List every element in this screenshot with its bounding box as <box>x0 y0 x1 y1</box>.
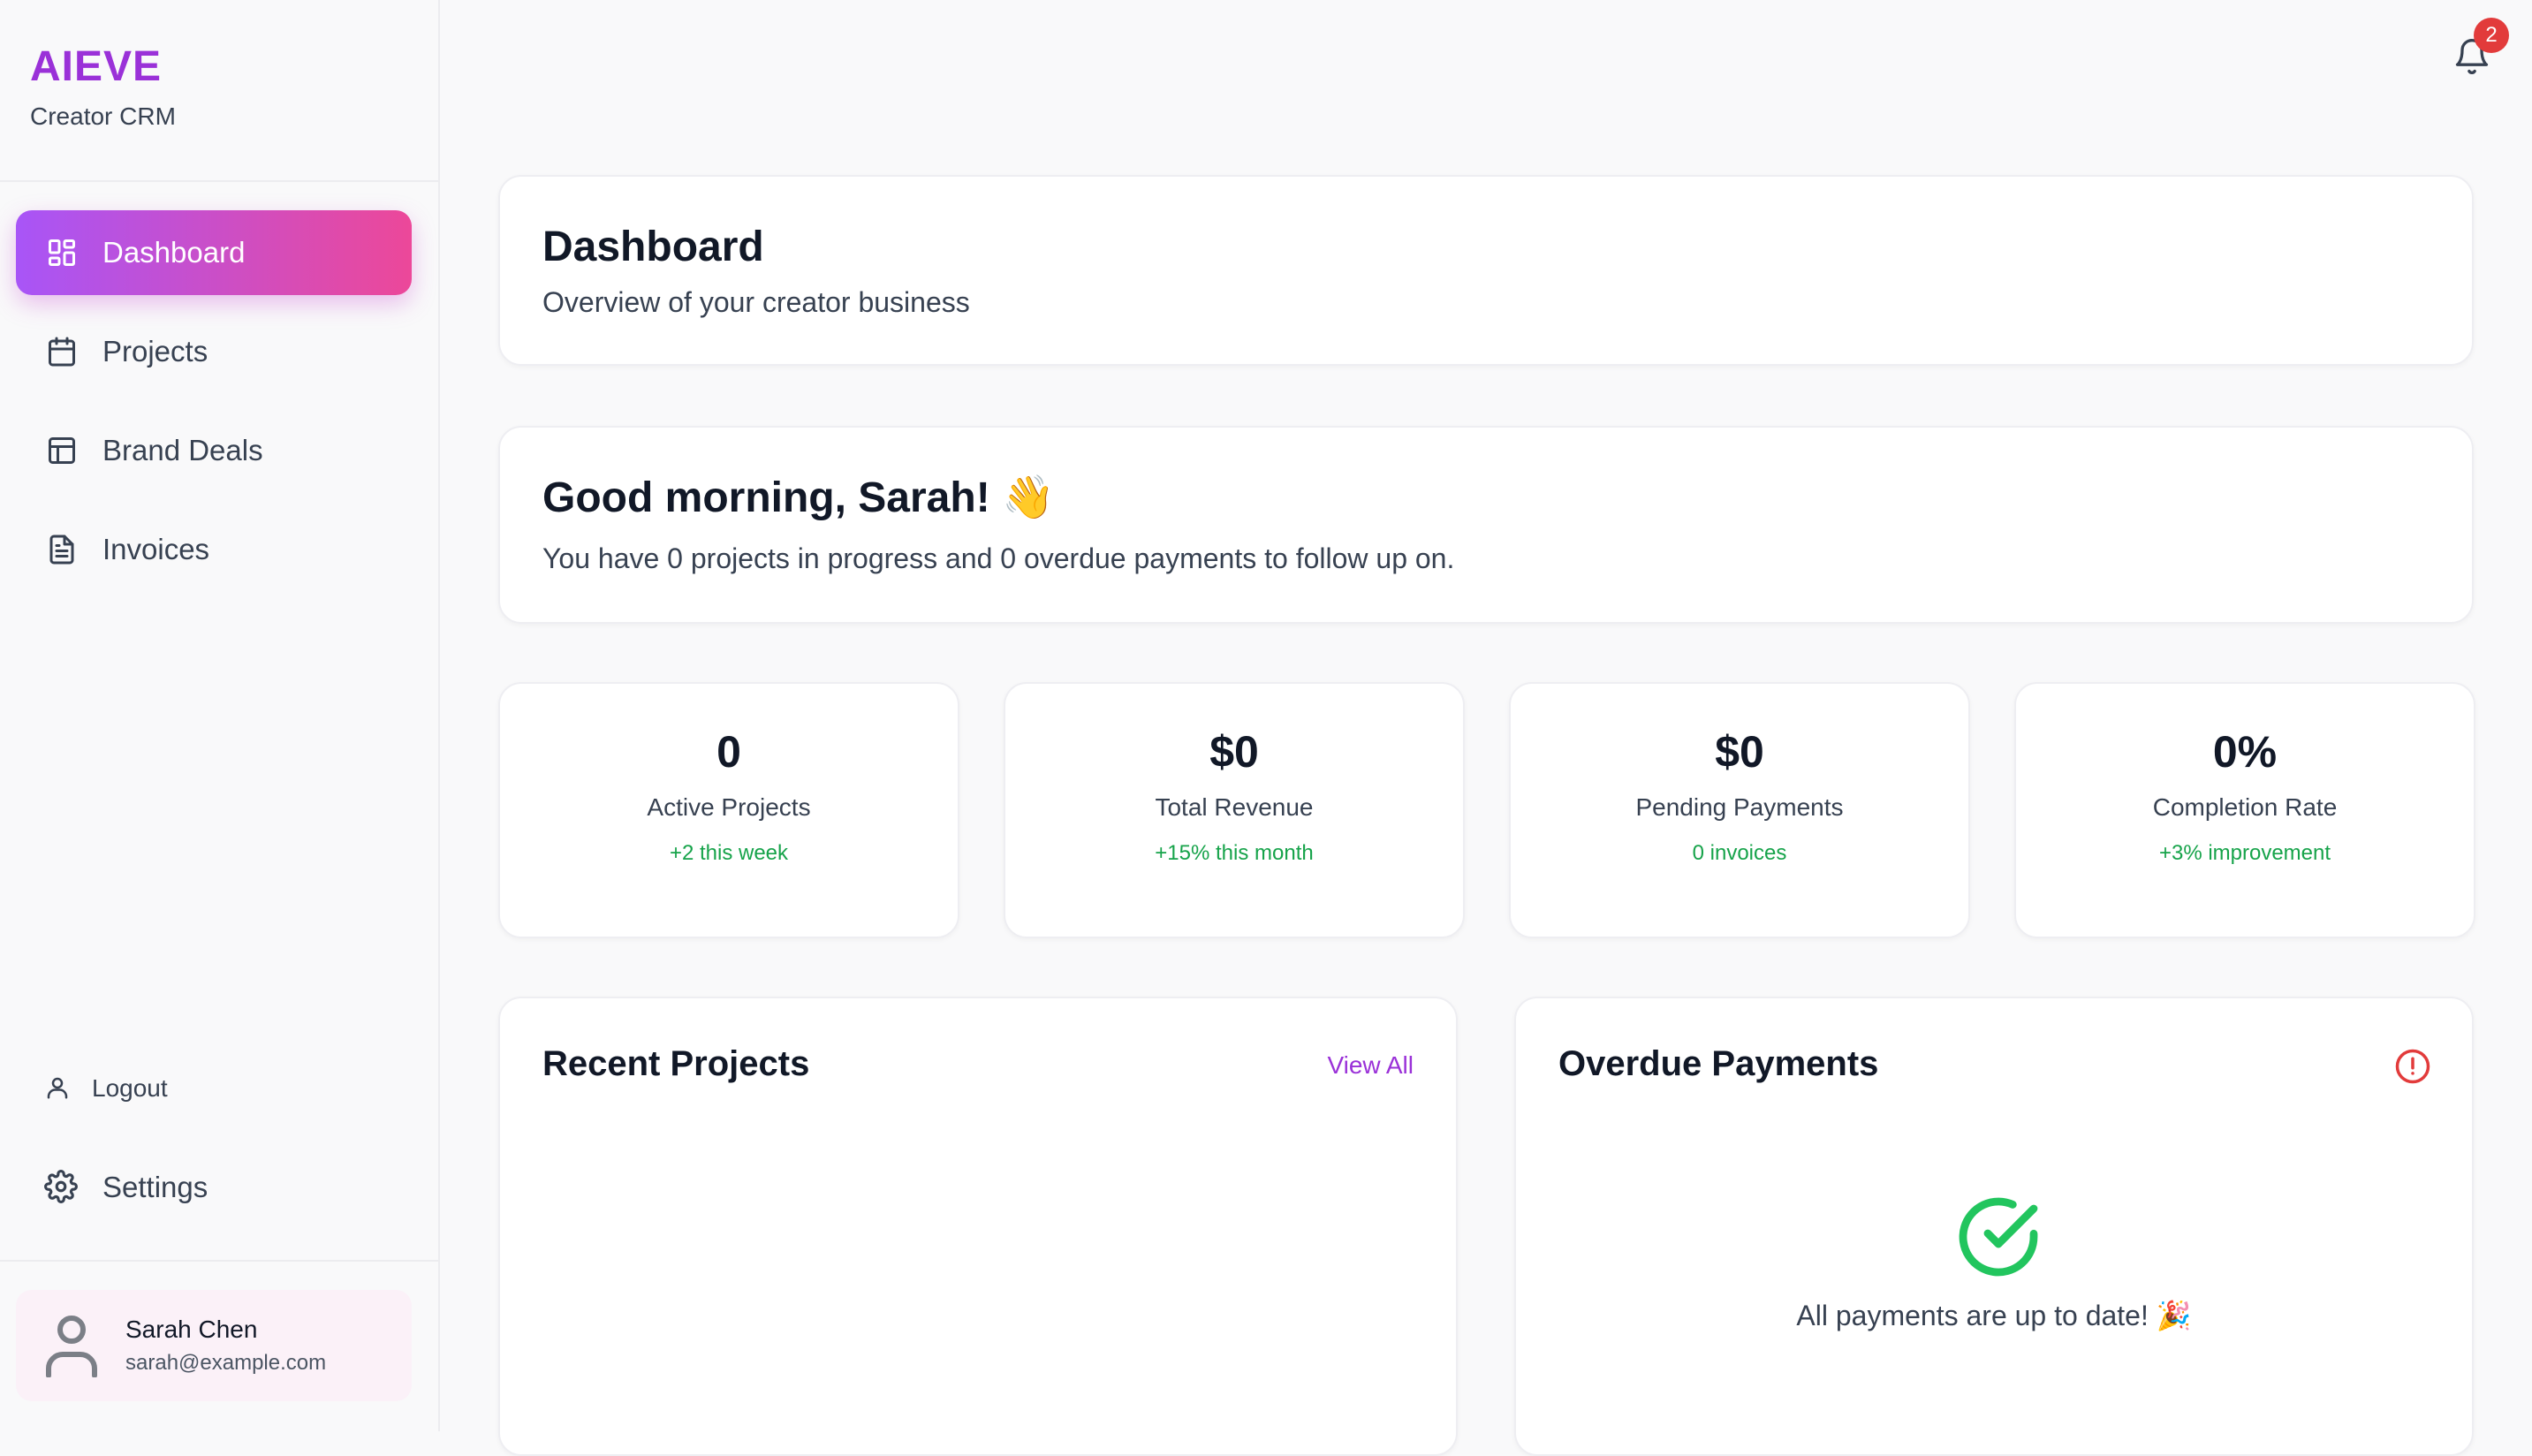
stat-value: 0 <box>716 727 741 777</box>
stat-card-active-projects: 0 Active Projects +2 this week <box>498 682 959 938</box>
greeting-card: Good morning, Sarah! 👋 You have 0 projec… <box>498 426 2474 624</box>
stat-change: +3% improvement <box>2158 841 2331 865</box>
sidebar-item-projects[interactable]: Projects <box>16 309 412 394</box>
brand: AIEVE Creator CRM <box>30 41 176 131</box>
panel-title: Overdue Payments <box>1558 1044 1879 1083</box>
sidebar-item-label: Invoices <box>102 533 210 565</box>
user-name: Sarah Chen <box>125 1316 258 1343</box>
document-icon <box>44 532 80 567</box>
recent-projects-panel: Recent Projects View All <box>498 997 1458 1456</box>
layout-icon <box>44 433 80 468</box>
sidebar-item-label: Dashboard <box>102 236 246 269</box>
overdue-payments-panel: Overdue Payments All payments are up to … <box>1514 997 2474 1456</box>
empty-state-message: All payments are up to date! 🎉 <box>1796 1300 2192 1331</box>
stat-change: 0 invoices <box>1692 841 1787 865</box>
panel-title: Recent Projects <box>542 1044 810 1083</box>
alert-circle-icon <box>2394 1048 2431 1085</box>
sidebar-item-invoices[interactable]: Invoices <box>16 507 412 592</box>
user-profile-card[interactable]: Sarah Chen sarah@example.com <box>16 1290 412 1401</box>
view-all-link[interactable]: View All <box>1327 1051 1414 1080</box>
sidebar: AIEVE Creator CRM Dashboard Projects Bra… <box>0 0 440 1431</box>
greeting-title: Good morning, Sarah! 👋 <box>542 474 1055 521</box>
logout-button[interactable]: Logout <box>44 1074 168 1103</box>
avatar <box>44 1314 99 1378</box>
stat-label: Active Projects <box>647 793 811 821</box>
sidebar-nav: Dashboard Projects Brand Deals Invoices <box>16 210 412 606</box>
sidebar-item-label: Projects <box>102 335 208 368</box>
page-header-card: Dashboard Overview of your creator busin… <box>498 175 2474 366</box>
gear-icon <box>44 1170 80 1205</box>
calendar-icon <box>44 334 80 369</box>
stat-value: $0 <box>1715 727 1764 777</box>
page-subtitle: Overview of your creator business <box>542 286 970 318</box>
check-circle-icon <box>1956 1194 2041 1279</box>
page-title: Dashboard <box>542 224 764 270</box>
sidebar-item-brand-deals[interactable]: Brand Deals <box>16 408 412 493</box>
dashboard-grid-icon <box>44 235 80 270</box>
app-subtitle: Creator CRM <box>30 102 176 130</box>
sidebar-item-label: Brand Deals <box>102 434 263 466</box>
stat-change: +2 this week <box>669 841 789 865</box>
stat-card-completion-rate: 0% Completion Rate +3% improvement <box>2014 682 2475 938</box>
notification-badge: 2 <box>2474 18 2509 53</box>
sidebar-divider <box>0 180 438 182</box>
user-email: sarah@example.com <box>125 1351 327 1375</box>
user-icon <box>44 1074 72 1103</box>
settings-button[interactable]: Settings <box>44 1170 208 1205</box>
stat-label: Pending Payments <box>1635 793 1844 821</box>
stat-card-total-revenue: $0 Total Revenue +15% this month <box>1004 682 1465 938</box>
sidebar-item-dashboard[interactable]: Dashboard <box>16 210 412 295</box>
stat-card-pending-payments: $0 Pending Payments 0 invoices <box>1509 682 1970 938</box>
greeting-text: You have 0 projects in progress and 0 ov… <box>542 542 1455 574</box>
logout-label: Logout <box>92 1074 168 1102</box>
stat-change: +15% this month <box>1155 841 1314 865</box>
sidebar-divider <box>0 1260 438 1262</box>
stat-label: Total Revenue <box>1155 793 1314 821</box>
stat-value: $0 <box>1209 727 1259 777</box>
user-info: Sarah Chen sarah@example.com <box>125 1316 326 1376</box>
app-logo-text[interactable]: AIEVE <box>30 41 176 94</box>
settings-label: Settings <box>102 1171 208 1203</box>
stat-label: Completion Rate <box>2152 793 2338 821</box>
stat-value: 0% <box>2212 727 2278 777</box>
